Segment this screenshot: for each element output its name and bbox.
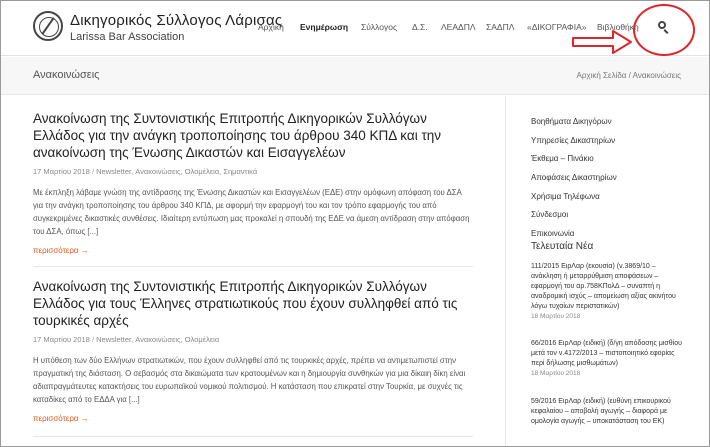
post-item: Ανακοίνωση της Συντονιστικής Επιτροπής Δ…	[33, 110, 473, 255]
annotation-arrow-icon	[572, 30, 632, 54]
recent-news-link[interactable]: 66/2016 ΕιρΛαρ (ειδική) (δ/γη απόδοσης μ…	[531, 339, 683, 369]
sidebar-item-court-decisions[interactable]: Αποφάσεις Δικαστηρίων	[531, 169, 691, 188]
nav-item-home[interactable]: Αρχική	[258, 22, 284, 32]
page-title: Ανακοινώσεις	[33, 69, 100, 81]
sidebar: Βοηθήματα Δικηγόρων Υπηρεσίες Δικαστηρίω…	[507, 96, 709, 446]
read-more-link[interactable]: περισσότερα →	[33, 246, 473, 255]
browser-frame: Δικηγορικός Σύλλογος Λάρισας Larissa Bar…	[0, 0, 710, 447]
sidebar-menu: Βοηθήματα Δικηγόρων Υπηρεσίες Δικαστηρίω…	[531, 113, 691, 244]
recent-news-heading: Τελευταία Νέα	[531, 241, 594, 252]
recent-news-link[interactable]: 111/2015 ΕιρΛαρ (εκουσία) (ν.3869/10 – α…	[531, 262, 683, 312]
nav-item-news[interactable]: Ενημέρωση	[300, 22, 348, 32]
post-excerpt: Με έκπληξη λάβαμε γνώση της αντίδρασης τ…	[33, 188, 470, 236]
breadcrumb-separator: /	[628, 71, 631, 80]
sidebar-item-docket[interactable]: Έκθεμα – Πινάκιο	[531, 150, 691, 169]
main-content: Ανακοίνωση της Συντονιστικής Επιτροπής Δ…	[1, 96, 506, 446]
nav-item-leadpl[interactable]: ΛΕΑΔΠΛ	[441, 22, 476, 32]
page-title-bar: Ανακοινώσεις Αρχική Σελίδα / Ανακοινώσει…	[1, 57, 709, 95]
nav-item-board[interactable]: Δ.Σ.	[412, 22, 428, 32]
breadcrumb-current: Ανακοινώσεις	[632, 71, 681, 80]
site-title[interactable]: Δικηγορικός Σύλλογος Λάρισας	[70, 12, 282, 29]
post-meta: 17 Μαρτίου 2018 / Newsletter, Ανακοινώσε…	[33, 167, 473, 176]
post-date: 17 Μαρτίου 2018	[33, 167, 90, 176]
bar-association-logo-icon[interactable]	[33, 11, 63, 41]
recent-news-item: 59/2016 ΕιρΛαρ (ειδική) (ευθύνη επικουρι…	[531, 397, 683, 427]
sidebar-item-links[interactable]: Σύνδεσμοι	[531, 206, 691, 225]
post-meta: 17 Μαρτίου 2018 / Newsletter, Ανακοινώσε…	[33, 335, 473, 344]
sidebar-item-useful-phones[interactable]: Χρήσιμα Τηλέφωνα	[531, 188, 691, 207]
annotation-circle	[633, 4, 695, 56]
breadcrumb: Αρχική Σελίδα / Ανακοινώσεις	[577, 71, 681, 80]
nav-item-sadpl[interactable]: ΣΑΔΠΛ	[486, 22, 514, 32]
nav-item-association[interactable]: Σύλλογος	[361, 22, 397, 32]
recent-news-link[interactable]: 59/2016 ΕιρΛαρ (ειδική) (ευθύνη επικουρι…	[531, 397, 683, 427]
post-item: Ανακοίνωση της Συντονιστικής Επιτροπής Δ…	[33, 278, 473, 423]
sidebar-item-court-services[interactable]: Υπηρεσίες Δικαστηρίων	[531, 132, 691, 151]
site-subtitle[interactable]: Larissa Bar Association	[70, 31, 184, 43]
recent-news-item: 66/2016 ΕιρΛαρ (ειδική) (δ/γη απόδοσης μ…	[531, 339, 683, 377]
post-categories[interactable]: Newsletter, Ανακοινώσεις, Ολομέλεια, Σημ…	[96, 167, 257, 176]
post-divider	[33, 266, 473, 267]
post-categories[interactable]: Newsletter, Ανακοινώσεις, Ολομέλεια	[96, 335, 219, 344]
recent-news-date: 18 Μαρτίου 2018	[531, 313, 581, 320]
sidebar-item-lawyer-aids[interactable]: Βοηθήματα Δικηγόρων	[531, 113, 691, 132]
post-title-link[interactable]: Ανακοίνωση της Συντονιστικής Επιτροπής Δ…	[33, 278, 473, 329]
post-excerpt: Η υπόθεση των δύο Ελλήνων στρατιωτικών, …	[33, 356, 466, 404]
read-more-link[interactable]: περισσότερα →	[33, 414, 473, 423]
recent-news-date: 18 Μαρτίου 2018	[531, 370, 581, 377]
post-date: 17 Μαρτίου 2018	[33, 335, 90, 344]
recent-news-item: 111/2015 ΕιρΛαρ (εκουσία) (ν.3869/10 – α…	[531, 262, 683, 320]
breadcrumb-home-link[interactable]: Αρχική Σελίδα	[577, 71, 627, 80]
post-divider	[33, 436, 473, 437]
post-title-link[interactable]: Ανακοίνωση της Συντονιστικής Επιτροπής Δ…	[33, 110, 473, 161]
